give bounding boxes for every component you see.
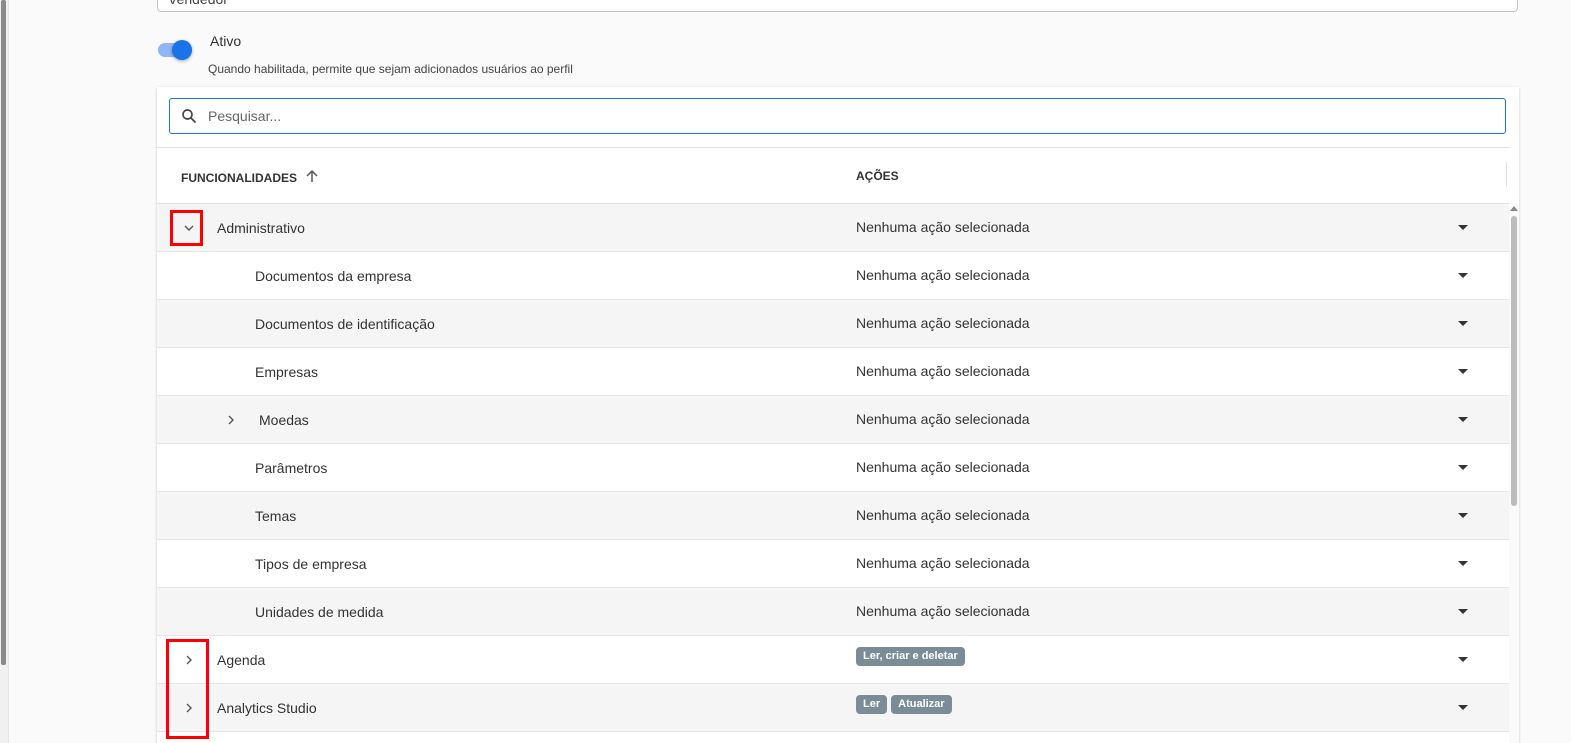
table-row-agenda[interactable]: Agenda Ler, criar e deletar	[157, 636, 1509, 684]
row-label: Unidades de medida	[255, 604, 384, 620]
chevron-right-icon[interactable]	[177, 696, 201, 720]
row-actions-text: Nenhuma ação selecionada	[856, 219, 1030, 235]
table-scrollbar[interactable]	[1509, 204, 1519, 743]
chevron-right-icon[interactable]	[219, 408, 243, 432]
table-row-documentos-da-empresa[interactable]: Documentos da empresa Nenhuma ação selec…	[157, 252, 1509, 300]
table-row-temas[interactable]: Temas Nenhuma ação selecionada	[157, 492, 1509, 540]
caret-down-icon[interactable]	[1453, 314, 1473, 334]
column-divider	[1506, 162, 1507, 186]
scroll-up-arrow-icon[interactable]	[1510, 206, 1518, 211]
profile-name-field[interactable]: Vendedor	[157, 0, 1518, 12]
active-toggle-label: Ativo	[210, 33, 242, 49]
sort-ascending-icon[interactable]	[305, 169, 319, 186]
action-chip: Ler, criar e deletar	[856, 647, 965, 666]
row-label: Empresas	[255, 364, 319, 380]
row-actions-text: Nenhuma ação selecionada	[856, 555, 1030, 571]
row-label: Tipos de empresa	[255, 556, 367, 572]
row-label: Moedas	[259, 412, 309, 428]
permissions-panel: FUNCIONALIDADES AÇÕES Administrativo Nen…	[157, 87, 1519, 743]
row-label: Administrativo	[217, 220, 305, 236]
actions-column-header: AÇÕES	[856, 169, 899, 183]
table-row-tipos-de-empresa[interactable]: Tipos de empresa Nenhuma ação selecionad…	[157, 540, 1509, 588]
features-table-body: Administrativo Nenhuma ação selecionada …	[157, 204, 1509, 732]
active-toggle-help: Quando habilitada, permite que sejam adi…	[208, 62, 573, 76]
caret-down-icon[interactable]	[1453, 218, 1473, 238]
caret-down-icon[interactable]	[1453, 554, 1473, 574]
table-scrollbar-thumb[interactable]	[1511, 216, 1517, 506]
table-row-analytics-studio[interactable]: Analytics Studio Ler Atualizar	[157, 684, 1509, 732]
caret-down-icon[interactable]	[1453, 698, 1473, 718]
action-chip: Atualizar	[891, 695, 952, 714]
table-row-documentos-de-identificacao[interactable]: Documentos de identificação Nenhuma ação…	[157, 300, 1509, 348]
row-label: Temas	[255, 508, 297, 524]
row-actions-text: Nenhuma ação selecionada	[856, 363, 1030, 379]
active-toggle[interactable]	[156, 38, 194, 60]
chevron-down-icon[interactable]	[177, 216, 201, 240]
row-label: Documentos de identificação	[255, 316, 435, 332]
row-actions-text: Nenhuma ação selecionada	[856, 603, 1030, 619]
action-chip: Ler	[856, 695, 888, 714]
search-icon	[170, 99, 208, 133]
row-actions-text: Nenhuma ação selecionada	[856, 315, 1030, 331]
window-edge-scrollbar[interactable]	[0, 0, 9, 743]
table-row-parametros[interactable]: Parâmetros Nenhuma ação selecionada	[157, 444, 1509, 492]
row-actions-text: Nenhuma ação selecionada	[856, 507, 1030, 523]
row-label: Analytics Studio	[217, 700, 317, 716]
action-chips: Ler Atualizar	[856, 695, 952, 714]
row-label: Parâmetros	[255, 460, 328, 476]
row-actions-text: Nenhuma ação selecionada	[856, 267, 1030, 283]
caret-down-icon[interactable]	[1453, 458, 1473, 478]
search-box[interactable]	[169, 98, 1506, 134]
caret-down-icon[interactable]	[1453, 650, 1473, 670]
search-input[interactable]	[208, 101, 1505, 131]
table-header: FUNCIONALIDADES AÇÕES	[157, 147, 1509, 204]
row-label: Agenda	[217, 652, 266, 668]
row-actions-text: Nenhuma ação selecionada	[856, 459, 1030, 475]
caret-down-icon[interactable]	[1453, 602, 1473, 622]
features-column-header[interactable]: FUNCIONALIDADES	[181, 169, 319, 186]
table-row-moedas[interactable]: Moedas Nenhuma ação selecionada	[157, 396, 1509, 444]
table-row-unidades-de-medida[interactable]: Unidades de medida Nenhuma ação selecion…	[157, 588, 1509, 636]
window-edge-scrollbar-thumb[interactable]	[1, 0, 6, 665]
table-row-administrativo[interactable]: Administrativo Nenhuma ação selecionada	[157, 204, 1509, 252]
caret-down-icon[interactable]	[1453, 410, 1473, 430]
toggle-thumb	[172, 40, 192, 60]
row-label: Documentos da empresa	[255, 268, 412, 284]
caret-down-icon[interactable]	[1453, 362, 1473, 382]
caret-down-icon[interactable]	[1453, 266, 1473, 286]
action-chips: Ler, criar e deletar	[856, 647, 965, 666]
features-column-label: FUNCIONALIDADES	[181, 170, 297, 185]
table-row-empresas[interactable]: Empresas Nenhuma ação selecionada	[157, 348, 1509, 396]
chevron-right-icon[interactable]	[177, 648, 201, 672]
caret-down-icon[interactable]	[1453, 506, 1473, 526]
row-actions-text: Nenhuma ação selecionada	[856, 411, 1030, 427]
